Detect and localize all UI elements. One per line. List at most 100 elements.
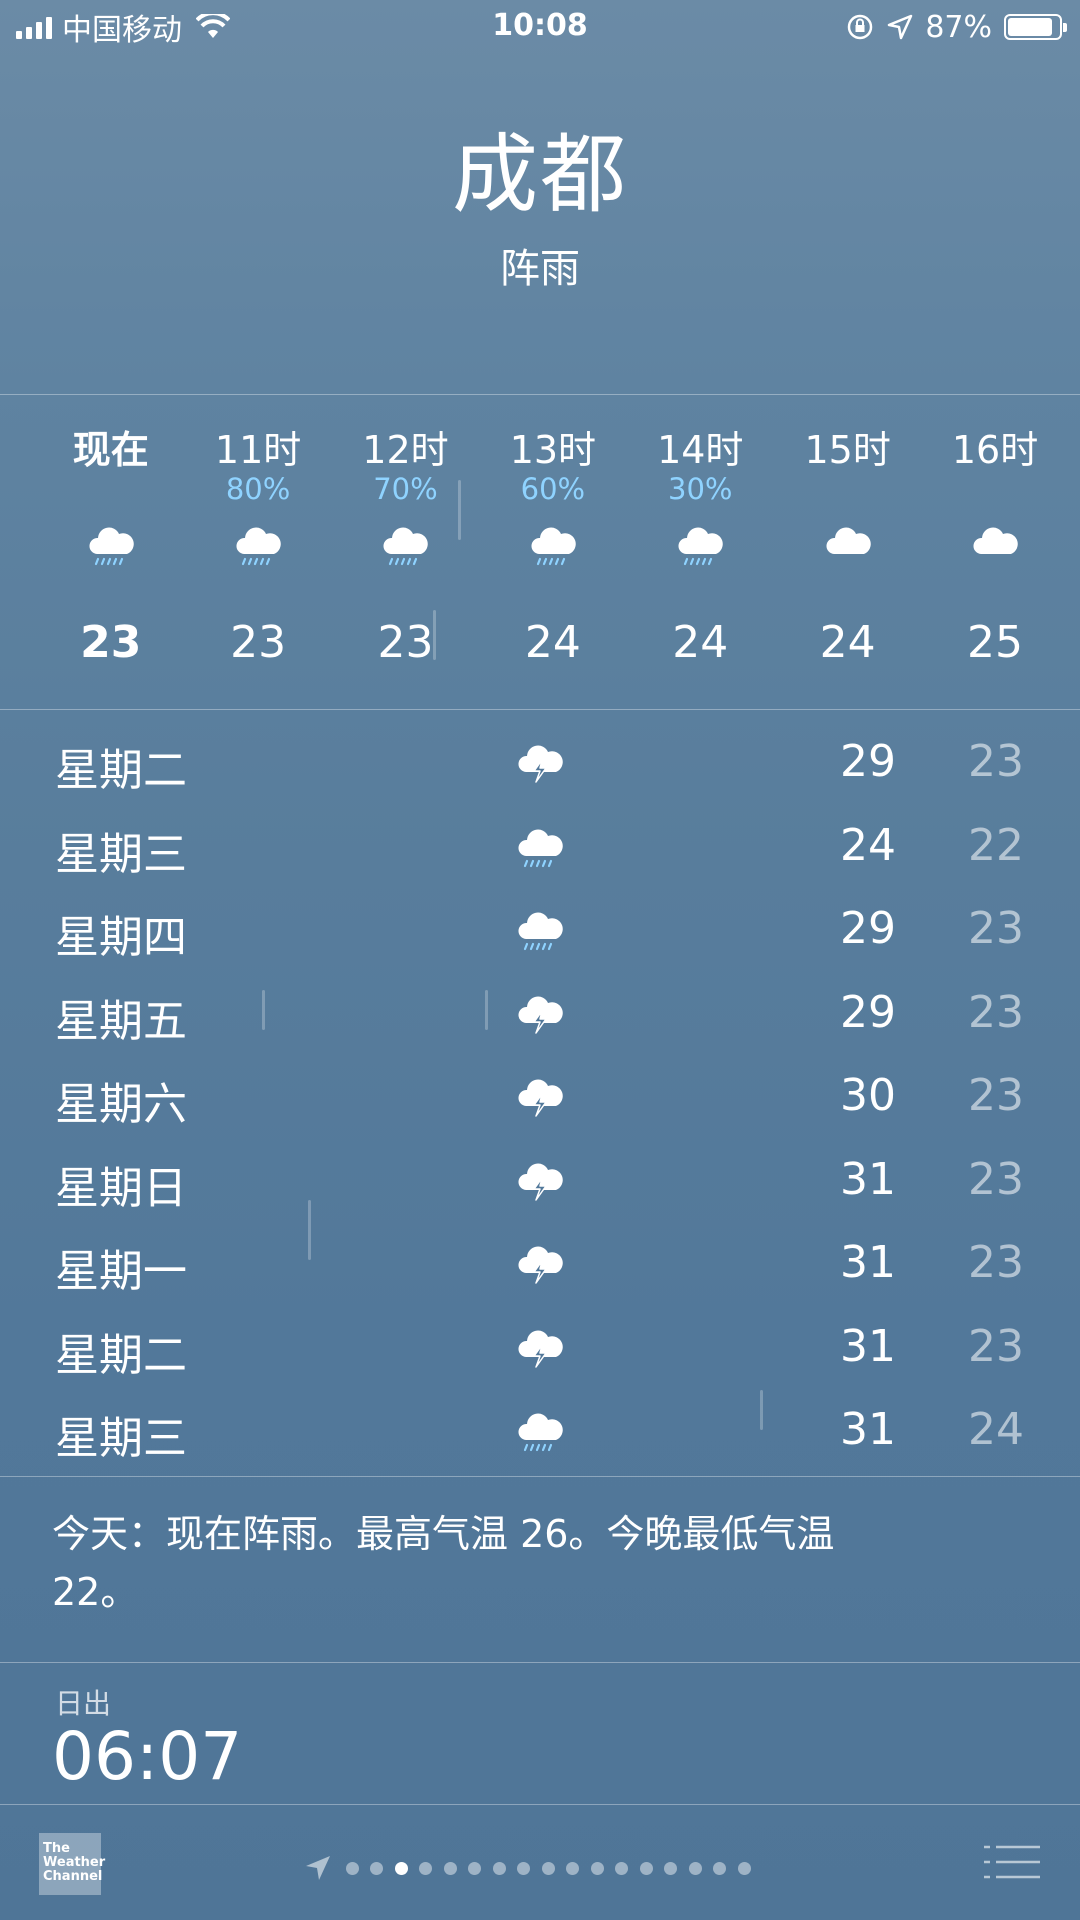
page-dot[interactable]	[443, 1861, 457, 1875]
daily-row: 星期四 29 23	[0, 889, 1080, 973]
divider	[0, 1476, 1080, 1477]
page-indicator[interactable]	[304, 1854, 751, 1882]
page-dot[interactable]	[590, 1861, 604, 1875]
daily-row: 星期五 29 23	[0, 973, 1080, 1057]
forecast-summary: 今天：现在阵雨。最高气温 26。今晚最低气温 22。	[52, 1512, 835, 1614]
hour-time: 16时	[951, 428, 1039, 472]
low-temp: 23	[968, 986, 1024, 1038]
hour-time: 13时	[509, 428, 597, 472]
high-temp: 31	[840, 1153, 896, 1205]
day-name: 星期三	[55, 828, 187, 880]
hour-temp: 24	[819, 617, 876, 668]
day-name: 星期四	[55, 912, 187, 963]
daily-row: 星期三 31 24	[0, 1390, 1080, 1474]
hourly-forecast[interactable]: 现在 23 11时 80% 23 12时 70% 23 13时 60% 24 14时 30% 24 15时 2…	[37, 395, 1069, 710]
cloud-rain-icon	[525, 520, 581, 570]
location-header: 成都 阵雨	[0, 120, 1080, 294]
hour-temp: 25	[967, 617, 1024, 668]
cloud-rain-icon	[672, 520, 728, 570]
low-temp: 23	[968, 903, 1024, 954]
low-temp: 22	[968, 819, 1024, 871]
thunderstorm-icon	[512, 989, 568, 1039]
precip-chance: 70%	[373, 472, 438, 506]
thunderstorm-icon	[512, 1072, 568, 1122]
page-dot[interactable]	[566, 1861, 579, 1875]
day-name: 星期日	[55, 1162, 187, 1214]
cloud-icon	[820, 520, 876, 570]
sunrise-label: 日出	[55, 1687, 112, 1720]
precip-chance: 30%	[668, 472, 733, 506]
weather-channel-logo[interactable]: The Weather Channel	[39, 1833, 105, 1895]
hourly-item: 12时 70% 23	[332, 395, 479, 710]
page-dot[interactable]	[492, 1861, 506, 1875]
battery-icon	[1004, 14, 1067, 40]
current-condition: 阵雨	[500, 246, 580, 292]
divider	[0, 709, 1080, 710]
hour-temp: 24	[524, 617, 581, 668]
page-dot[interactable]	[541, 1861, 555, 1875]
hourly-item: 11时 80% 23	[184, 395, 331, 710]
page-dot[interactable]	[664, 1861, 677, 1875]
daily-row: 星期日 31 23	[0, 1140, 1080, 1224]
cloud-rain-icon	[83, 520, 139, 570]
precip-chance: 80%	[225, 472, 291, 506]
day-name: 星期二	[55, 1329, 187, 1381]
hourly-item: 14时 30% 24	[627, 395, 774, 710]
high-temp: 31	[840, 1237, 896, 1288]
hour-time: 12时	[362, 428, 449, 472]
day-name: 星期六	[55, 1079, 187, 1130]
city-list-button[interactable]	[984, 1844, 1040, 1880]
hourly-item: 16时 25	[921, 395, 1068, 710]
low-temp: 23	[968, 1153, 1024, 1205]
cloud-icon	[967, 520, 1023, 570]
cloud-rain-icon	[230, 520, 286, 570]
day-name: 星期五	[55, 995, 187, 1047]
divider	[0, 1662, 1080, 1663]
high-temp: 31	[840, 1404, 896, 1455]
page-dot[interactable]	[713, 1861, 726, 1875]
page-dot[interactable]	[688, 1861, 702, 1875]
hour-time: 11时	[214, 428, 302, 472]
low-temp: 23	[968, 1320, 1024, 1372]
hour-time: 现在	[72, 428, 149, 472]
cloud-rain-icon	[512, 905, 568, 955]
daily-row: 星期二 31 23	[0, 1307, 1080, 1391]
page-dot[interactable]	[394, 1861, 408, 1875]
daily-row: 星期二 29 23	[0, 722, 1080, 806]
status-right: 87%	[845, 8, 1067, 46]
day-name: 星期一	[55, 1246, 187, 1297]
location-arrow-icon	[888, 14, 913, 40]
page-dot[interactable]	[419, 1861, 432, 1875]
page-dot[interactable]	[345, 1861, 359, 1875]
daily-row: 星期三 24 22	[0, 806, 1080, 890]
page-dot[interactable]	[370, 1861, 383, 1875]
hourly-item: 13时 60% 24	[479, 395, 626, 710]
bottom-bar: The Weather Channel	[0, 1806, 1080, 1920]
cloud-rain-icon	[512, 822, 568, 872]
hour-time: 14时	[657, 428, 744, 472]
page-dot[interactable]	[737, 1861, 751, 1875]
hour-temp: 23	[80, 617, 142, 668]
battery-fill	[1008, 18, 1052, 36]
city-name: 成都	[452, 125, 628, 225]
daily-forecast[interactable]: 星期二 29 23 星期三 24 22 星期四 29 23 星期五 29 23 星期六 30 23 星期日 31…	[0, 722, 1080, 1474]
page-dot[interactable]	[639, 1861, 653, 1875]
status-bar: 中国移动 10:08 87%	[0, 0, 1080, 54]
hourly-item: 15时 24	[774, 395, 921, 710]
thunderstorm-icon	[512, 1156, 568, 1206]
hour-temp: 23	[230, 617, 287, 668]
hour-temp: 24	[672, 617, 729, 668]
page-dot[interactable]	[615, 1861, 628, 1875]
day-name: 星期三	[55, 1413, 187, 1464]
thunderstorm-icon	[512, 1323, 568, 1373]
thunderstorm-icon	[512, 1239, 568, 1289]
page-dot[interactable]	[517, 1861, 530, 1875]
high-temp: 29	[840, 736, 896, 787]
low-temp: 24	[968, 1404, 1024, 1455]
high-temp: 31	[840, 1320, 896, 1372]
low-temp: 23	[968, 736, 1024, 787]
page-dot[interactable]	[468, 1861, 481, 1875]
precip-chance: 60%	[520, 472, 586, 506]
hour-temp: 23	[377, 617, 434, 668]
hourly-item: 现在 23	[37, 395, 184, 710]
